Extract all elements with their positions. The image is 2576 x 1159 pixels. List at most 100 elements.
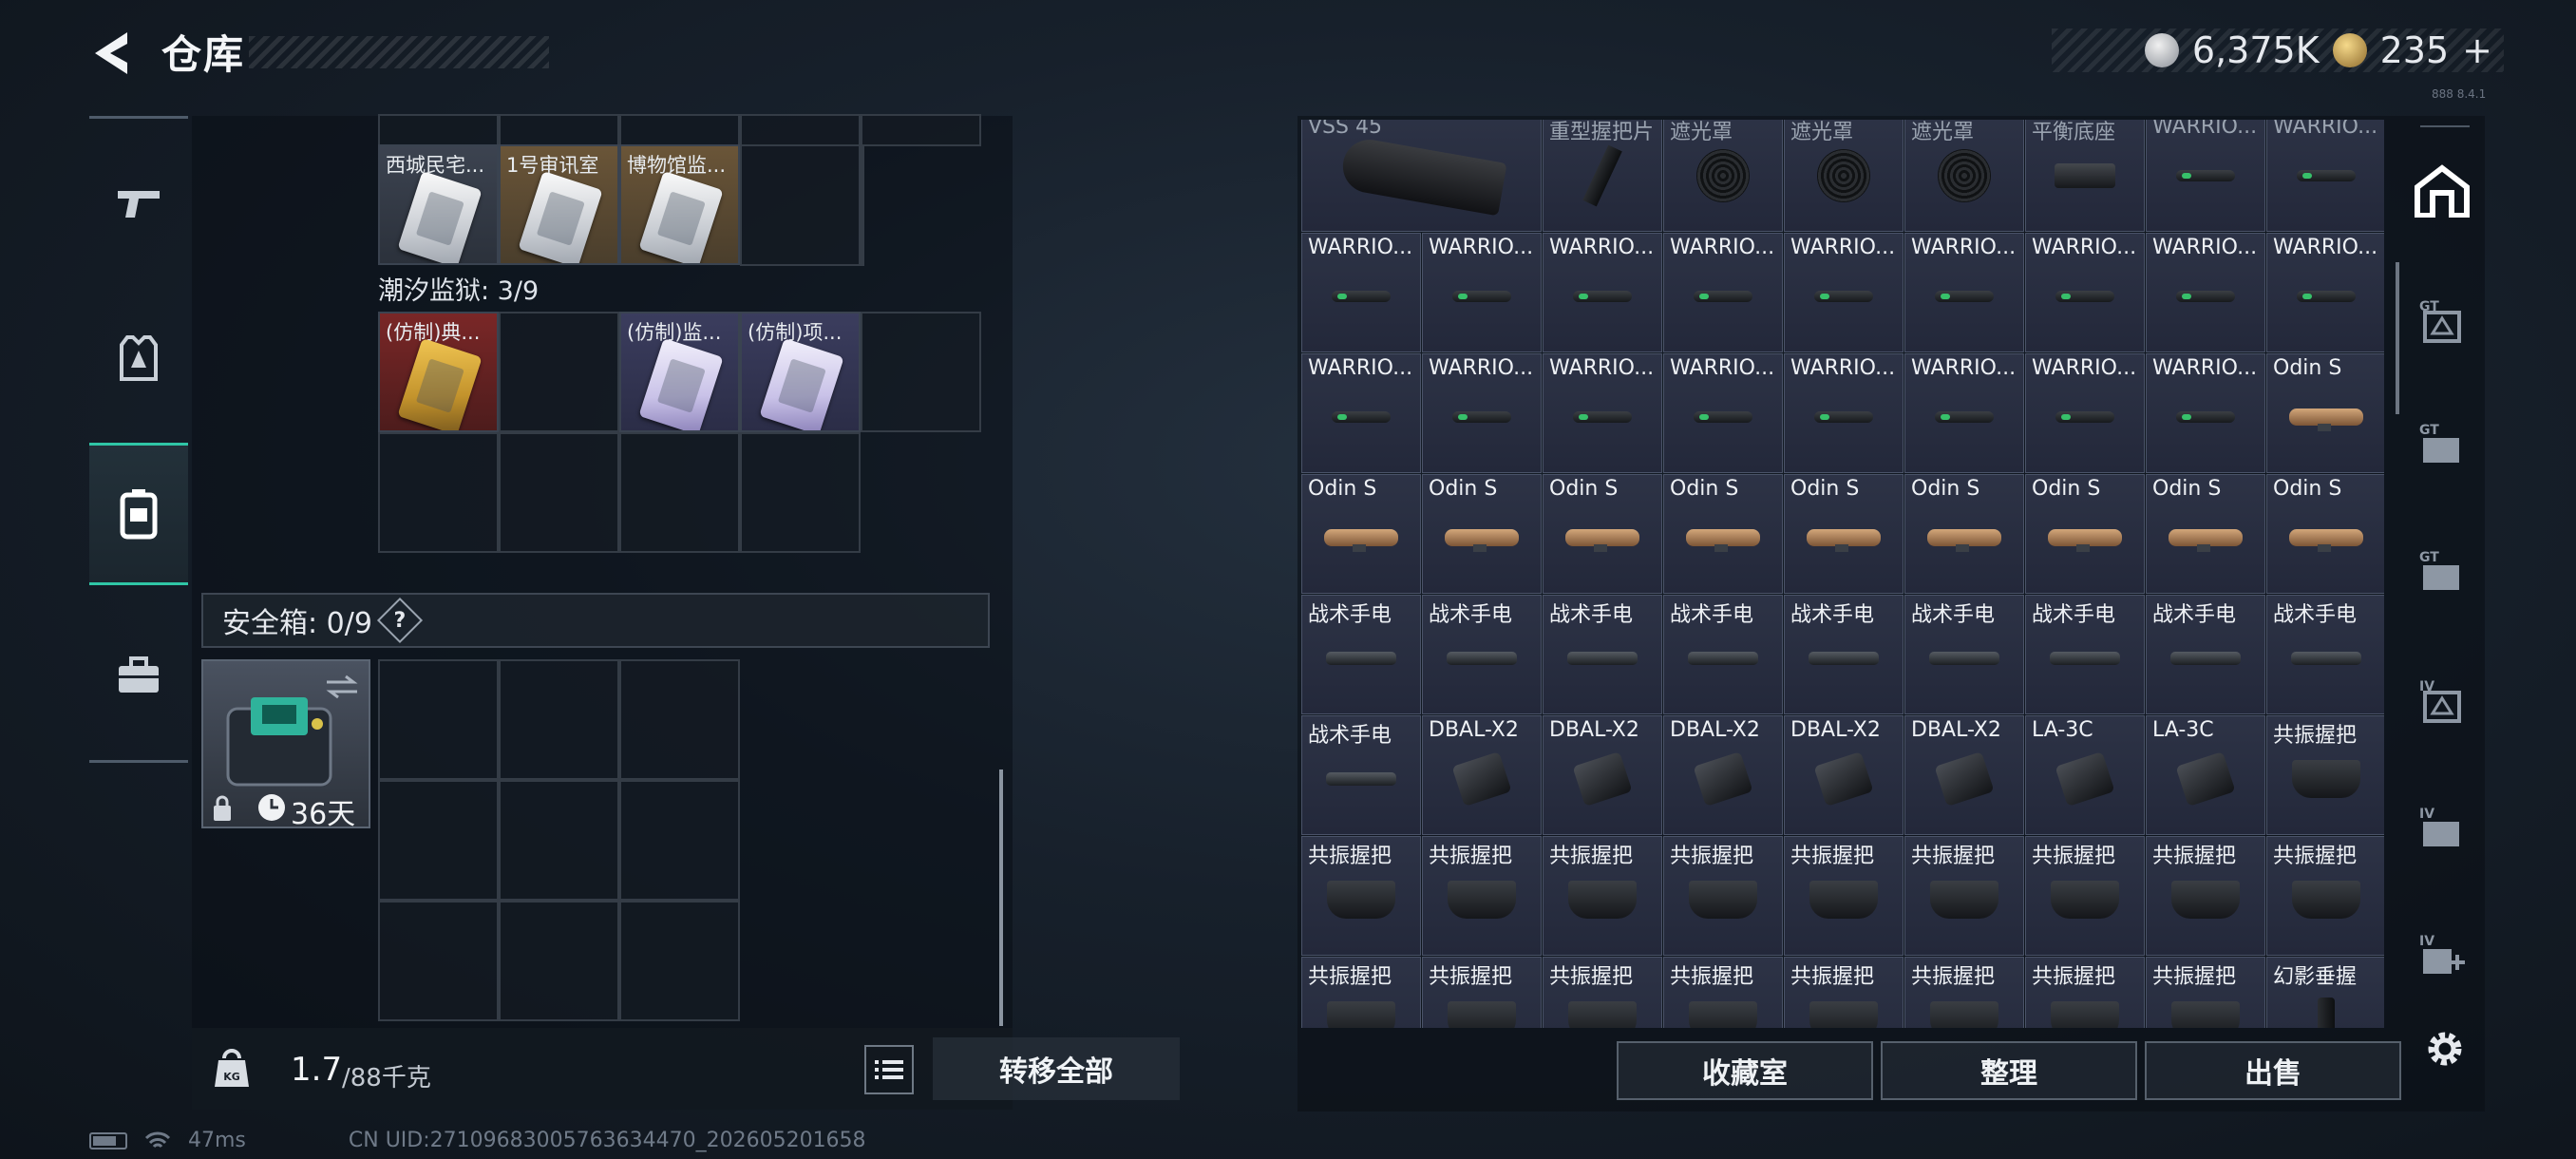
grid-cell[interactable] [861, 114, 981, 146]
grid-cell[interactable] [619, 432, 740, 553]
right-scrollbar[interactable] [2396, 262, 2399, 414]
warehouse-item[interactable]: LA-3C [2025, 715, 2145, 835]
warehouse-item[interactable]: 共振握把 [1301, 836, 1421, 956]
swap-icon[interactable] [325, 674, 359, 699]
grid-cell[interactable] [499, 432, 619, 553]
warehouse-item[interactable]: WARRIO... [1784, 233, 1904, 352]
nav-backpack[interactable] [89, 443, 188, 585]
back-arrow-icon[interactable] [85, 27, 139, 80]
grid-cell[interactable] [378, 114, 499, 146]
warehouse-item[interactable]: 共振握把 [2025, 957, 2145, 1028]
warehouse-item[interactable]: WARRIO... [2266, 233, 2384, 352]
warehouse-item[interactable]: WARRIO... [1904, 353, 2024, 473]
warehouse-tab-5[interactable]: IV [2403, 648, 2481, 752]
warehouse-tab-all[interactable] [2403, 139, 2481, 243]
warehouse-item[interactable]: WARRIO... [1422, 233, 1542, 352]
warehouse-item[interactable]: 战术手电 [1543, 595, 1662, 714]
warehouse-item[interactable]: WARRIO... [1301, 233, 1421, 352]
grid-cell[interactable] [861, 312, 981, 432]
warehouse-item[interactable]: 遮光罩 [1904, 120, 2024, 232]
grid-cell[interactable] [740, 432, 861, 553]
warehouse-item[interactable]: 重型握把片 [1543, 120, 1662, 232]
nav-weapons[interactable] [89, 133, 188, 276]
warehouse-item[interactable]: WARRIO... [1784, 353, 1904, 473]
safe-grid-cell[interactable] [619, 780, 740, 901]
warehouse-item[interactable]: 共振握把 [1422, 836, 1542, 956]
warehouse-item[interactable]: VSS 45 [1301, 120, 1542, 232]
warehouse-item[interactable]: WARRIO... [1301, 353, 1421, 473]
transfer-all-button[interactable]: 转移全部 [933, 1037, 1180, 1100]
warehouse-item[interactable]: 共振握把 [1904, 836, 2024, 956]
warehouse-item[interactable]: WARRIO... [2146, 120, 2265, 232]
warehouse-item[interactable]: LA-3C [2146, 715, 2265, 835]
warehouse-item[interactable]: 共振握把 [2266, 715, 2384, 835]
grid-cell[interactable] [740, 144, 861, 266]
list-view-button[interactable] [864, 1045, 914, 1094]
nav-case[interactable] [89, 604, 188, 747]
warehouse-item[interactable]: WARRIO... [2025, 353, 2145, 473]
warehouse-item[interactable]: 共振握把 [1663, 957, 1783, 1028]
grid-cell[interactable] [499, 312, 619, 432]
warehouse-item[interactable]: 平衡底座 [2025, 120, 2145, 232]
warehouse-item[interactable]: 共振握把 [1663, 836, 1783, 956]
grid-cell[interactable] [740, 114, 861, 146]
warehouse-item[interactable]: Odin S [1543, 474, 1662, 594]
safe-grid-cell[interactable] [378, 780, 499, 901]
warehouse-item[interactable]: DBAL-X2 [1904, 715, 2024, 835]
warehouse-item[interactable]: 共振握把 [1904, 957, 2024, 1028]
warehouse-item[interactable]: 遮光罩 [1784, 120, 1904, 232]
warehouse-item[interactable]: 共振握把 [2025, 836, 2145, 956]
sell-button[interactable]: 出售 [2145, 1041, 2401, 1100]
warehouse-item[interactable]: WARRIO... [1422, 353, 1542, 473]
warehouse-tab-7[interactable]: IV [2403, 902, 2481, 1007]
warehouse-tab-4[interactable]: GT [2403, 519, 2481, 623]
item-card-slot[interactable]: 1号审讯室 [499, 144, 619, 265]
safe-grid-cell[interactable] [378, 659, 499, 780]
warehouse-item[interactable]: 共振握把 [2146, 836, 2265, 956]
warehouse-item[interactable]: 共振握把 [1543, 957, 1662, 1028]
warehouse-item[interactable]: 共振握把 [1301, 957, 1421, 1028]
safe-grid-cell[interactable] [499, 659, 619, 780]
warehouse-item[interactable]: DBAL-X2 [1422, 715, 1542, 835]
warehouse-item[interactable]: Odin S [2146, 474, 2265, 594]
item-card-slot[interactable]: (仿制)项... [740, 312, 861, 432]
item-card-slot[interactable]: 西城民宅... [378, 144, 499, 265]
settings-gear-icon[interactable] [2420, 1024, 2470, 1074]
warehouse-item[interactable]: 共振握把 [2146, 957, 2265, 1028]
nav-armor[interactable] [89, 287, 188, 429]
warehouse-item[interactable]: 共振握把 [1543, 836, 1662, 956]
warehouse-item[interactable]: WARRIO... [1543, 353, 1662, 473]
warehouse-item[interactable]: WARRIO... [1904, 233, 2024, 352]
warehouse-item[interactable]: WARRIO... [2146, 353, 2265, 473]
warehouse-tab-2[interactable]: GT [2403, 268, 2481, 372]
sort-button[interactable]: 整理 [1881, 1041, 2137, 1100]
warehouse-item[interactable]: WARRIO... [2025, 233, 2145, 352]
warehouse-item[interactable]: 战术手电 [1422, 595, 1542, 714]
warehouse-item[interactable]: 共振握把 [1784, 957, 1904, 1028]
warehouse-item[interactable]: WARRIO... [1663, 353, 1783, 473]
safe-grid-cell[interactable] [499, 901, 619, 1021]
add-currency-button[interactable]: + [2462, 29, 2492, 71]
item-card-slot[interactable]: 博物馆监... [619, 144, 740, 265]
warehouse-item[interactable]: Odin S [2266, 353, 2384, 473]
warehouse-item[interactable]: 战术手电 [2146, 595, 2265, 714]
warehouse-item[interactable]: WARRIO... [1663, 233, 1783, 352]
safe-box-item[interactable]: 36天 [201, 659, 370, 831]
warehouse-item[interactable]: 战术手电 [1301, 715, 1421, 835]
warehouse-item[interactable]: 战术手电 [1663, 595, 1783, 714]
warehouse-item[interactable]: DBAL-X2 [1543, 715, 1662, 835]
item-card-slot[interactable]: (仿制)典... [378, 312, 499, 432]
collection-room-button[interactable]: 收藏室 [1617, 1041, 1873, 1100]
warehouse-item[interactable]: WARRIO... [2266, 120, 2384, 232]
warehouse-item[interactable]: 幻影垂握 [2266, 957, 2384, 1028]
warehouse-item[interactable]: Odin S [1301, 474, 1421, 594]
grid-cell[interactable] [499, 114, 619, 146]
warehouse-item[interactable]: 共振握把 [1784, 836, 1904, 956]
warehouse-tab-6[interactable]: IV [2403, 775, 2481, 880]
warehouse-item[interactable]: DBAL-X2 [1784, 715, 1904, 835]
grid-cell[interactable] [619, 114, 740, 146]
warehouse-item[interactable]: Odin S [1422, 474, 1542, 594]
safe-grid-cell[interactable] [619, 659, 740, 780]
warehouse-item[interactable]: 遮光罩 [1663, 120, 1783, 232]
warehouse-item[interactable]: 共振握把 [1422, 957, 1542, 1028]
